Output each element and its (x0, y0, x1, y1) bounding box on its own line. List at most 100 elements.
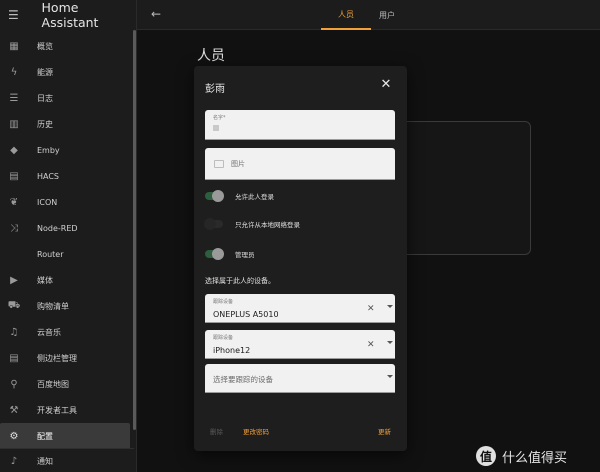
sidebar-item-history[interactable]: ▥ 历史 (0, 111, 134, 137)
local-only-switch[interactable] (204, 218, 223, 230)
sidebar-item-label: 能源 (37, 67, 53, 77)
sidebar-item-shopping-list[interactable]: ⛟ 购物清单 (0, 293, 134, 319)
sidebar-item-label: Emby (37, 145, 60, 155)
router-icon (8, 248, 20, 260)
chart-icon: ▥ (9, 118, 19, 130)
sidebar-item-cloud-music[interactable]: ♫ 云音乐 (0, 319, 134, 345)
table-icon: ▤ (9, 352, 19, 364)
device-field-value: ONEPLUS A5010 (213, 310, 279, 319)
sidebar-item-developer-tools[interactable]: ⚒ 开发者工具 (0, 397, 134, 423)
sidebar-item-label: Node-RED (37, 223, 78, 233)
top-bar: ← 人员 用户 (137, 0, 600, 30)
admin-switch[interactable] (205, 248, 224, 260)
sidebar-item-label: 云音乐 (37, 327, 61, 337)
device-field-label: 跟踪设备 (213, 335, 234, 341)
person-dialog: 彭雨 ✕ 名字* 图片 允许此人登录 只允许从本地网络登录 管理员 选择属于此人… (194, 66, 407, 451)
list-icon: ☰ (9, 92, 19, 104)
name-field-value (213, 125, 219, 131)
app-title: Home Assistant (41, 0, 99, 30)
clear-icon[interactable]: ✕ (367, 340, 375, 350)
lightning-icon: ϟ (10, 66, 18, 78)
picture-label: 图片 (231, 160, 245, 168)
watermark-text: 什么值得买 (502, 450, 568, 466)
update-button[interactable]: 更新 (378, 426, 391, 436)
cart-icon: ⛟ (7, 299, 21, 311)
watermark-logo: 值 (476, 446, 496, 466)
clear-icon[interactable]: ✕ (367, 304, 375, 314)
sidebar-item-router[interactable]: Router (0, 241, 134, 267)
toggle-label: 只允许从本地网络登录 (235, 221, 300, 229)
toggle-admin[interactable]: 管理员 (205, 247, 255, 261)
toggle-label: 允许此人登录 (235, 193, 274, 201)
dashboard-icon: ▦ (9, 40, 19, 52)
sidebar-item-label: ICON (37, 197, 58, 207)
sidebar-header: ☰ Home Assistant (0, 0, 136, 30)
dropdown-arrow-icon[interactable] (387, 341, 393, 344)
sidebar-item-node-red[interactable]: ⤨ Node-RED (0, 215, 134, 241)
leaf-icon: ❦ (9, 196, 19, 208)
devices-section-label: 选择属于此人的设备。 (205, 277, 275, 285)
name-field[interactable]: 名字* (205, 110, 395, 140)
sidebar-item-label: 日志 (37, 93, 53, 103)
dropdown-arrow-icon[interactable] (387, 305, 393, 308)
device-select-2[interactable]: 跟踪设备 iPhone12 ✕ (205, 330, 395, 359)
image-icon (214, 160, 224, 168)
sidebar-item-label: HACS (37, 171, 60, 181)
sidebar-item-icon[interactable]: ❦ ICON (0, 189, 134, 215)
sidebar-item-emby[interactable]: ◆ Emby (0, 137, 134, 163)
sidebar-item-label: 通知 (37, 456, 53, 466)
back-arrow-icon[interactable]: ← (151, 8, 163, 20)
sidebar-item-label: 概览 (37, 41, 53, 51)
device-field-label: 跟踪设备 (213, 299, 234, 305)
sidebar-item-configuration[interactable]: ⚙ 配置 (0, 423, 130, 449)
sidebar-item-hacs[interactable]: ▤ HACS (0, 163, 134, 189)
sidebar-item-label: 购物清单 (37, 301, 69, 311)
sidebar-item-label: 配置 (37, 431, 53, 441)
toggle-local-only[interactable]: 只允许从本地网络登录 (204, 217, 300, 231)
sidebar-item-sidebar-manager[interactable]: ▤ 侧边栏管理 (0, 345, 134, 371)
device-select-1[interactable]: 跟踪设备 ONEPLUS A5010 ✕ (205, 294, 395, 323)
emby-icon: ◆ (10, 144, 18, 156)
background-card (392, 121, 531, 255)
watermark: 值 什么值得买 (476, 444, 596, 468)
sidebar-item-energy[interactable]: ϟ 能源 (0, 59, 134, 85)
play-box-icon: ▶ (10, 274, 18, 286)
dialog-actions: 删除 更改密码 更新 (194, 426, 407, 440)
tab-users[interactable]: 用户 (367, 0, 407, 30)
device-placeholder: 选择要跟踪的设备 (213, 375, 273, 384)
sidebar-item-label: 媒体 (37, 275, 53, 285)
sidebar-list: ▦ 概览 ϟ 能源 ☰ 日志 ▥ 历史 ◆ Emby ▤ HACS ❦ ICON… (0, 33, 134, 449)
page-title: 人员 (197, 48, 225, 64)
map-pin-icon: ⚲ (10, 378, 18, 390)
sitemap-icon: ⤨ (10, 222, 18, 234)
hammer-icon: ⚒ (9, 404, 19, 416)
hacs-icon: ▤ (9, 170, 19, 182)
app-root: ☰ Home Assistant ▦ 概览 ϟ 能源 ☰ 日志 ▥ 历史 ◆ E… (0, 0, 600, 472)
change-password-button[interactable]: 更改密码 (243, 426, 269, 436)
delete-button[interactable]: 删除 (210, 426, 223, 436)
sidebar-item-label: Router (37, 249, 64, 259)
menu-toggle-icon[interactable]: ☰ (8, 8, 22, 22)
music-icon: ♫ (9, 326, 19, 338)
sidebar-item-overview[interactable]: ▦ 概览 (0, 33, 134, 59)
picture-upload[interactable]: 图片 (205, 148, 395, 180)
sidebar-bottom: ♪ 通知 (0, 448, 134, 472)
sidebar-item-logbook[interactable]: ☰ 日志 (0, 85, 134, 111)
tab-people[interactable]: 人员 (321, 0, 371, 30)
device-select-new[interactable]: 选择要跟踪的设备 (205, 364, 395, 393)
gear-icon: ⚙ (9, 430, 19, 442)
sidebar-item-baidu-map[interactable]: ⚲ 百度地图 (0, 371, 134, 397)
device-field-value: iPhone12 (213, 346, 251, 355)
sidebar-item-notifications[interactable]: ♪ 通知 (0, 449, 134, 472)
sidebar-item-media[interactable]: ▶ 媒体 (0, 267, 134, 293)
bell-icon: ♪ (10, 455, 18, 467)
sidebar: ☰ Home Assistant ▦ 概览 ϟ 能源 ☰ 日志 ▥ 历史 ◆ E… (0, 0, 137, 472)
sidebar-item-label: 侧边栏管理 (37, 353, 77, 363)
sidebar-item-label: 百度地图 (37, 379, 69, 389)
sidebar-scrollbar[interactable] (133, 30, 136, 430)
dropdown-arrow-icon[interactable] (387, 375, 393, 378)
allow-login-switch[interactable] (205, 190, 224, 202)
toggle-allow-login[interactable]: 允许此人登录 (205, 189, 274, 203)
toggle-label: 管理员 (235, 251, 255, 259)
close-icon[interactable]: ✕ (380, 78, 392, 91)
